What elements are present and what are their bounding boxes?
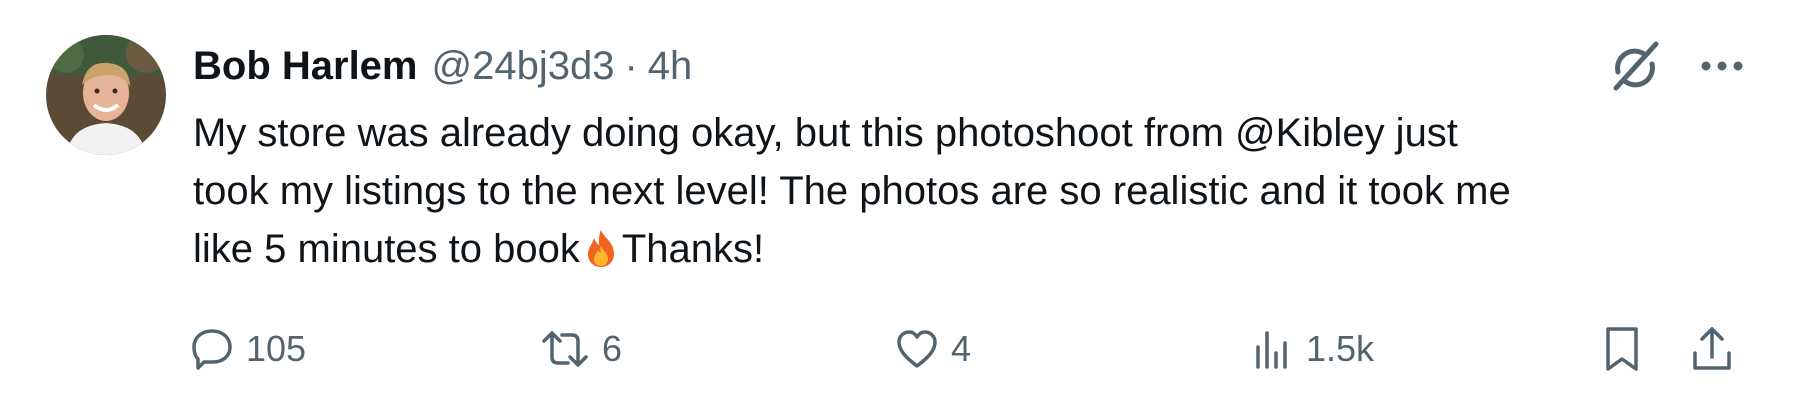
avatar-photo [46, 35, 166, 155]
post-time[interactable]: 4h [648, 44, 693, 89]
tweet-text-line: My store was already doing okay, but thi… [193, 111, 1458, 155]
tweet-header: Bob Harlem @24bj3d3 · 4h [193, 40, 692, 92]
like-count: 4 [951, 328, 972, 369]
views-icon [1256, 331, 1287, 369]
bookmark-icon [1606, 327, 1638, 371]
reply-button[interactable]: 105 [190, 318, 306, 380]
retweet-count: 6 [602, 328, 623, 369]
reply-count: 105 [246, 328, 307, 369]
share-button[interactable] [1690, 318, 1734, 380]
grok-button[interactable] [1606, 38, 1664, 96]
action-bar: 105 6 4 1.5k [0, 318, 1794, 380]
author-handle[interactable]: @24bj3d3 [432, 44, 615, 89]
tweet-text-segment: Thanks! [621, 227, 765, 271]
fire-emoji-icon [584, 226, 618, 284]
grok-icon [1613, 41, 1659, 91]
tweet-text-segment: like 5 minutes to book [193, 227, 580, 271]
tweet-text-line: took my listings to the next level! The … [193, 169, 1511, 213]
share-icon [1693, 327, 1731, 370]
reply-icon [192, 329, 232, 370]
retweet-button[interactable]: 6 [540, 318, 622, 380]
tweet-card[interactable]: Bob Harlem @24bj3d3 · 4h My store was al… [0, 0, 1794, 414]
header-separator: · [624, 43, 638, 88]
views-button[interactable]: 1.5k [1250, 318, 1374, 380]
retweet-icon [542, 331, 588, 367]
more-options-icon [1701, 61, 1743, 71]
more-options-button[interactable] [1694, 42, 1750, 90]
tweet-text: My store was already doing okay, but thi… [193, 104, 1753, 284]
tweet-text-line: like 5 minutes to book Thanks! [193, 220, 1753, 284]
views-count: 1.5k [1306, 328, 1375, 369]
like-button[interactable]: 4 [895, 318, 971, 380]
heart-icon [897, 330, 937, 368]
bookmark-button[interactable] [1600, 318, 1644, 380]
author-name[interactable]: Bob Harlem [193, 44, 418, 89]
avatar[interactable] [46, 35, 166, 155]
